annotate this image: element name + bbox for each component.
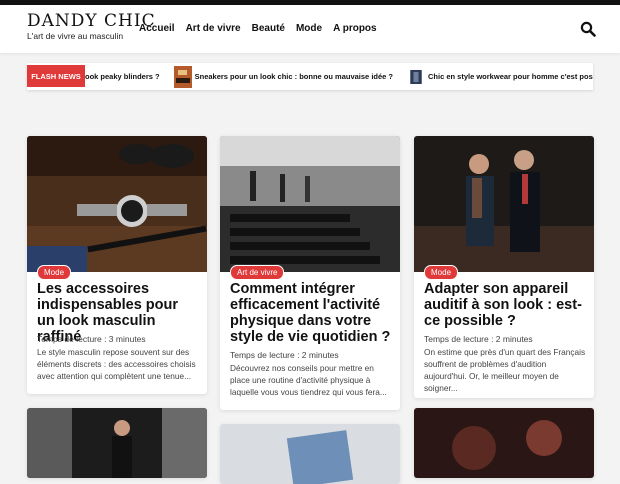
article-image-gym[interactable] — [220, 136, 400, 272]
flash-thumbnail — [173, 65, 192, 88]
article-image-runway[interactable] — [414, 136, 594, 272]
article-card[interactable]: Mode Les accessoires indispensables pour… — [27, 136, 207, 394]
article-excerpt: Découvrez nos conseils pour mettre en pl… — [230, 363, 387, 397]
site-logo[interactable]: DANDY CHIC L'art de vivre au masculin — [27, 12, 156, 41]
flash-item-label: Sneakers pour un look chic : bonne ou ma… — [194, 72, 393, 81]
article-image-street-style[interactable] — [27, 408, 207, 478]
article-card[interactable]: Mode Adapter son appareil auditif à son … — [414, 136, 594, 398]
nav-item-art-de-vivre[interactable]: Art de vivre — [186, 23, 241, 34]
flash-item[interactable]: Sneakers pour un look chic : bonne ou ma… — [173, 65, 393, 88]
flash-item-label: Chic en style workwear pour homme c'est … — [428, 72, 593, 81]
logo-title: DANDY CHIC — [27, 11, 156, 31]
article-reading-time: Temps de lecture : 2 minutes — [424, 334, 533, 344]
article-image-denim[interactable] — [220, 424, 400, 484]
article-card[interactable]: Art de vivre Comment intégrer efficaceme… — [220, 136, 400, 410]
article-title[interactable]: Adapter son appareil auditif à son look … — [424, 281, 586, 329]
flash-news-ticker: ook peaky blinders ? Sneakers pour un lo… — [85, 63, 593, 90]
search-icon[interactable] — [580, 21, 596, 37]
article-reading-time: Temps de lecture : 3 minutes — [37, 334, 146, 344]
nav-item-beaute[interactable]: Beauté — [252, 23, 285, 34]
article-title[interactable]: Comment intégrer efficacement l'activité… — [230, 281, 392, 345]
main-nav: Accueil Art de vivre Beauté Mode A propo… — [139, 23, 377, 34]
article-card[interactable] — [220, 424, 400, 484]
flash-item[interactable]: Chic en style workwear pour homme c'est … — [407, 69, 593, 84]
flash-item-label: ook peaky blinders ? — [85, 72, 160, 81]
article-tag[interactable]: Mode — [424, 265, 459, 280]
nav-item-mode[interactable]: Mode — [296, 23, 322, 34]
article-tag[interactable]: Art de vivre — [230, 265, 285, 280]
article-card[interactable] — [27, 408, 207, 478]
article-image-portrait[interactable] — [414, 408, 594, 478]
article-excerpt: On estime que près d'un quart des França… — [424, 347, 586, 393]
article-tag[interactable]: Mode — [37, 265, 72, 280]
article-image-accessories[interactable] — [27, 136, 207, 272]
flash-news-bar: FLASH NEWS ook peaky blinders ? Sneakers… — [27, 63, 593, 90]
site-header: DANDY CHIC L'art de vivre au masculin Ac… — [0, 5, 620, 53]
flash-item[interactable]: ook peaky blinders ? — [85, 72, 160, 81]
article-reading-time: Temps de lecture : 2 minutes — [230, 350, 339, 360]
nav-item-accueil[interactable]: Accueil — [139, 23, 175, 34]
flash-news-label: FLASH NEWS — [27, 65, 85, 87]
flash-thumbnail — [410, 69, 422, 84]
article-excerpt: Le style masculin repose souvent sur des… — [37, 347, 196, 381]
logo-tagline: L'art de vivre au masculin — [27, 31, 124, 41]
nav-item-a-propos[interactable]: A propos — [333, 23, 377, 34]
article-card[interactable] — [414, 408, 594, 478]
